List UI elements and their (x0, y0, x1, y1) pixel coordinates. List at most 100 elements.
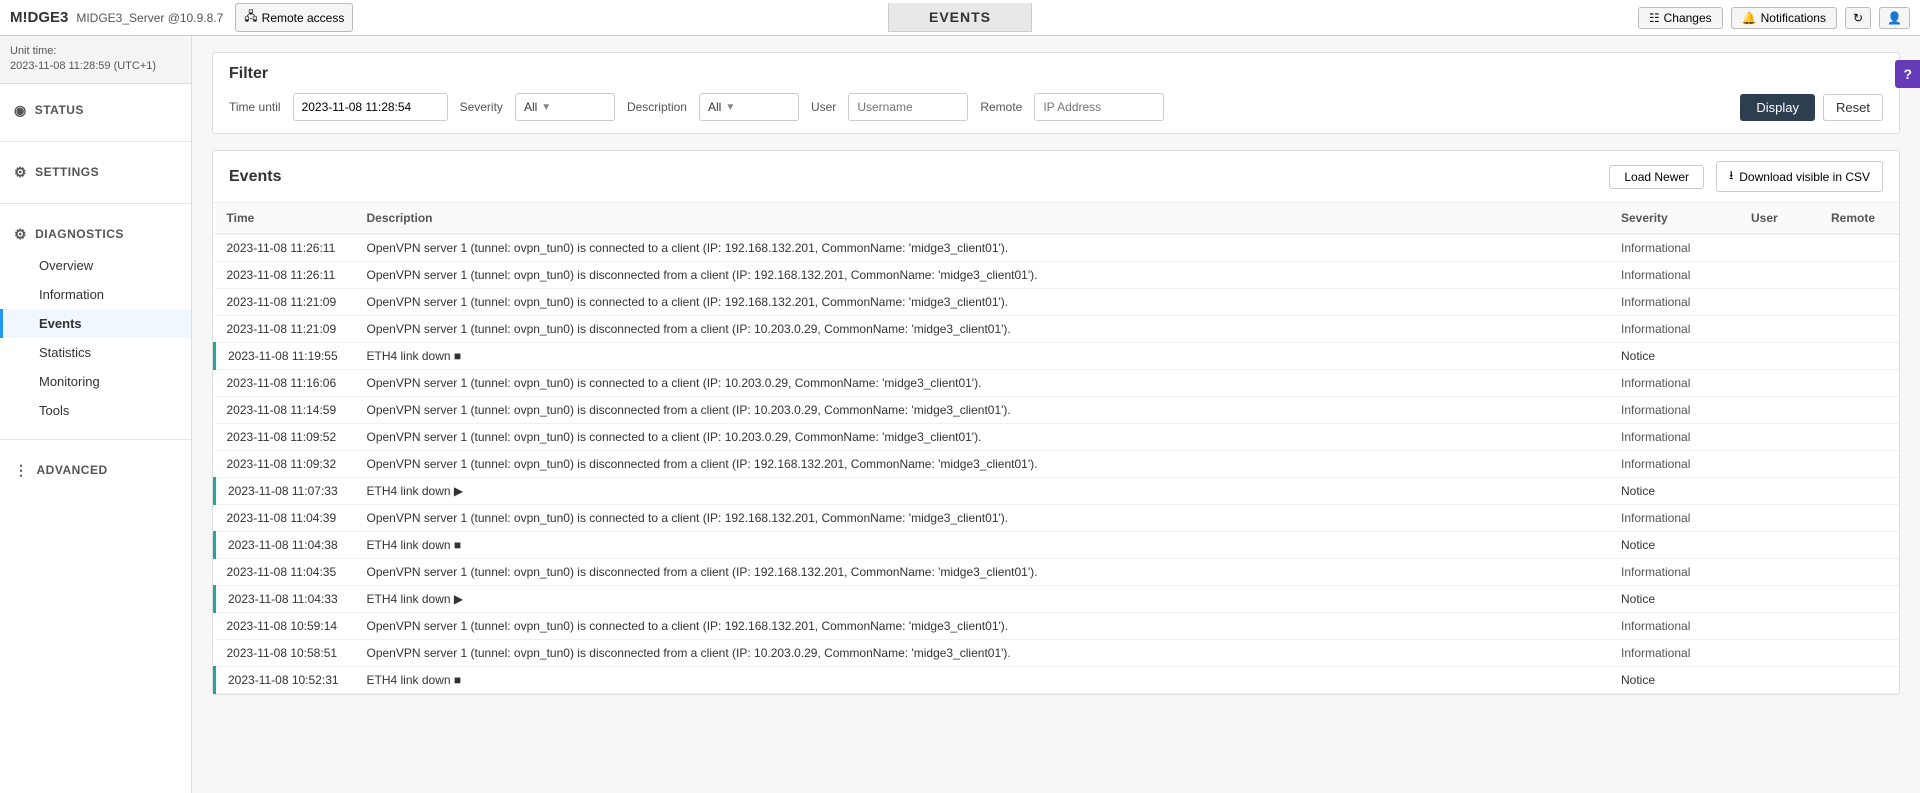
sidebar-item-events[interactable]: Events (0, 309, 191, 338)
cell-severity: Informational (1609, 640, 1739, 667)
cell-remote (1819, 613, 1899, 640)
cell-remote (1819, 451, 1899, 478)
cell-description: OpenVPN server 1 (tunnel: ovpn_tun0) is … (355, 559, 1610, 586)
sidebar-item-status[interactable]: ◉ STATUS (0, 94, 191, 127)
col-header-time: Time (215, 203, 355, 234)
sidebar-item-tools[interactable]: Tools (0, 396, 191, 425)
cell-remote (1819, 586, 1899, 613)
display-button[interactable]: Display (1740, 94, 1815, 121)
cell-description: OpenVPN server 1 (tunnel: ovpn_tun0) is … (355, 424, 1610, 451)
sidebar-item-overview[interactable]: Overview (0, 251, 191, 280)
cell-time: 2023-11-08 11:21:09 (215, 289, 355, 316)
cell-severity: Notice (1609, 343, 1739, 370)
cell-user (1739, 667, 1819, 694)
cell-description: ETH4 link down ■ (355, 343, 1610, 370)
download-icon: ⭳ (1729, 166, 1733, 187)
cell-description: ETH4 link down ■ (355, 667, 1610, 694)
cell-remote (1819, 478, 1899, 505)
cell-time: 2023-11-08 11:04:38 (215, 532, 355, 559)
cell-time: 2023-11-08 11:07:33 (215, 478, 355, 505)
remote-input[interactable] (1034, 93, 1164, 121)
cell-remote (1819, 343, 1899, 370)
table-row: 2023-11-08 10:52:31ETH4 link down ■Notic… (215, 667, 1900, 694)
diagnostics-icon: ⚙ (14, 226, 27, 243)
download-csv-button[interactable]: ⭳ Download visible in CSV (1716, 161, 1883, 192)
cell-user (1739, 343, 1819, 370)
main-layout: Unit time: 2023-11-08 11:28:59 (UTC+1) ◉… (0, 36, 1920, 793)
table-row: 2023-11-08 10:58:51OpenVPN server 1 (tun… (215, 640, 1900, 667)
time-until-input[interactable] (293, 93, 448, 121)
notifications-button[interactable]: 🔔 Notifications (1731, 7, 1837, 29)
cell-time: 2023-11-08 10:52:31 (215, 667, 355, 694)
cell-user (1739, 451, 1819, 478)
cell-description: ETH4 link down ■ (355, 532, 1610, 559)
cell-time: 2023-11-08 11:19:55 (215, 343, 355, 370)
nav-section-settings: ⚙ SETTINGS (0, 146, 191, 199)
logo: M!DGE3 (10, 9, 68, 26)
description-select[interactable]: All ▼ (699, 93, 799, 121)
refresh-button[interactable]: ↻ (1845, 7, 1871, 29)
cell-severity: Informational (1609, 613, 1739, 640)
cell-severity: Notice (1609, 667, 1739, 694)
cell-user (1739, 424, 1819, 451)
user-button[interactable]: 👤 (1879, 7, 1910, 29)
cell-remote (1819, 316, 1899, 343)
cell-remote (1819, 424, 1899, 451)
events-table: Time Description Severity User Remote 20… (213, 203, 1899, 694)
severity-select[interactable]: All ▼ (515, 93, 615, 121)
cell-user (1739, 289, 1819, 316)
table-row: 2023-11-08 11:04:33ETH4 link down ▶Notic… (215, 586, 1900, 613)
load-newer-button[interactable]: Load Newer (1609, 165, 1704, 189)
cell-remote (1819, 532, 1899, 559)
user-label: User (811, 100, 836, 114)
col-header-user: User (1739, 203, 1819, 234)
table-row: 2023-11-08 11:04:39OpenVPN server 1 (tun… (215, 505, 1900, 532)
sidebar-item-monitoring[interactable]: Monitoring (0, 367, 191, 396)
content-area: Filter Time until Severity All ▼ Descrip… (192, 36, 1920, 793)
reset-button[interactable]: Reset (1823, 94, 1883, 121)
cell-time: 2023-11-08 11:26:11 (215, 234, 355, 262)
cell-remote (1819, 262, 1899, 289)
remote-access-button[interactable]: 🖧 Remote access (235, 3, 353, 32)
col-header-remote: Remote (1819, 203, 1899, 234)
sidebar-item-information[interactable]: Information (0, 280, 191, 309)
cell-time: 2023-11-08 11:04:39 (215, 505, 355, 532)
cell-description: OpenVPN server 1 (tunnel: ovpn_tun0) is … (355, 451, 1610, 478)
cell-description: OpenVPN server 1 (tunnel: ovpn_tun0) is … (355, 262, 1610, 289)
events-header-right: Load Newer ⭳ Download visible in CSV (1609, 161, 1883, 192)
filter-row: Time until Severity All ▼ Description Al… (229, 93, 1883, 121)
nav-section-advanced: ⋮ ADVANCED (0, 444, 191, 497)
table-row: 2023-11-08 10:59:14OpenVPN server 1 (tun… (215, 613, 1900, 640)
table-row: 2023-11-08 11:14:59OpenVPN server 1 (tun… (215, 397, 1900, 424)
device-name: MIDGE3_Server @10.9.8.7 (76, 11, 223, 25)
table-row: 2023-11-08 11:21:09OpenVPN server 1 (tun… (215, 316, 1900, 343)
nav-section-status: ◉ STATUS (0, 84, 191, 137)
cell-remote (1819, 640, 1899, 667)
advanced-icon: ⋮ (14, 462, 29, 479)
table-row: 2023-11-08 11:16:06OpenVPN server 1 (tun… (215, 370, 1900, 397)
events-section: Events Load Newer ⭳ Download visible in … (212, 150, 1900, 695)
sidebar-item-statistics[interactable]: Statistics (0, 338, 191, 367)
cell-severity: Informational (1609, 397, 1739, 424)
cell-user (1739, 640, 1819, 667)
cell-description: OpenVPN server 1 (tunnel: ovpn_tun0) is … (355, 613, 1610, 640)
nav-section-diagnostics: ⚙ DIAGNOSTICS Overview Information Event… (0, 208, 191, 435)
cell-user (1739, 234, 1819, 262)
sidebar-item-diagnostics[interactable]: ⚙ DIAGNOSTICS (0, 218, 191, 251)
cell-time: 2023-11-08 11:21:09 (215, 316, 355, 343)
changes-button[interactable]: ☷ Changes (1638, 7, 1723, 29)
cell-remote (1819, 505, 1899, 532)
col-header-description: Description (355, 203, 1610, 234)
cell-description: OpenVPN server 1 (tunnel: ovpn_tun0) is … (355, 640, 1610, 667)
table-row: 2023-11-08 11:09:32OpenVPN server 1 (tun… (215, 451, 1900, 478)
cell-time: 2023-11-08 11:16:06 (215, 370, 355, 397)
description-arrow-icon: ▼ (725, 102, 735, 113)
cell-remote (1819, 370, 1899, 397)
cell-severity: Informational (1609, 451, 1739, 478)
bell-icon: 🔔 (1742, 11, 1757, 25)
user-input[interactable] (848, 93, 968, 121)
sidebar-item-settings[interactable]: ⚙ SETTINGS (0, 156, 191, 189)
sidebar-item-advanced[interactable]: ⋮ ADVANCED (0, 454, 191, 487)
help-button[interactable]: ? (1895, 60, 1920, 88)
cell-description: OpenVPN server 1 (tunnel: ovpn_tun0) is … (355, 234, 1610, 262)
